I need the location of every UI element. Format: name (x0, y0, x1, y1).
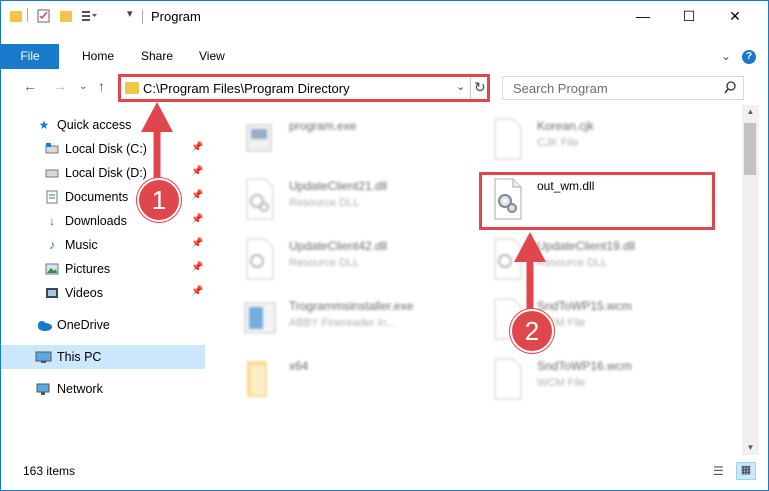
step-2-badge: 2 (510, 309, 554, 353)
annotation-arrows (141, 102, 546, 315)
step-1-badge: 1 (137, 178, 181, 222)
